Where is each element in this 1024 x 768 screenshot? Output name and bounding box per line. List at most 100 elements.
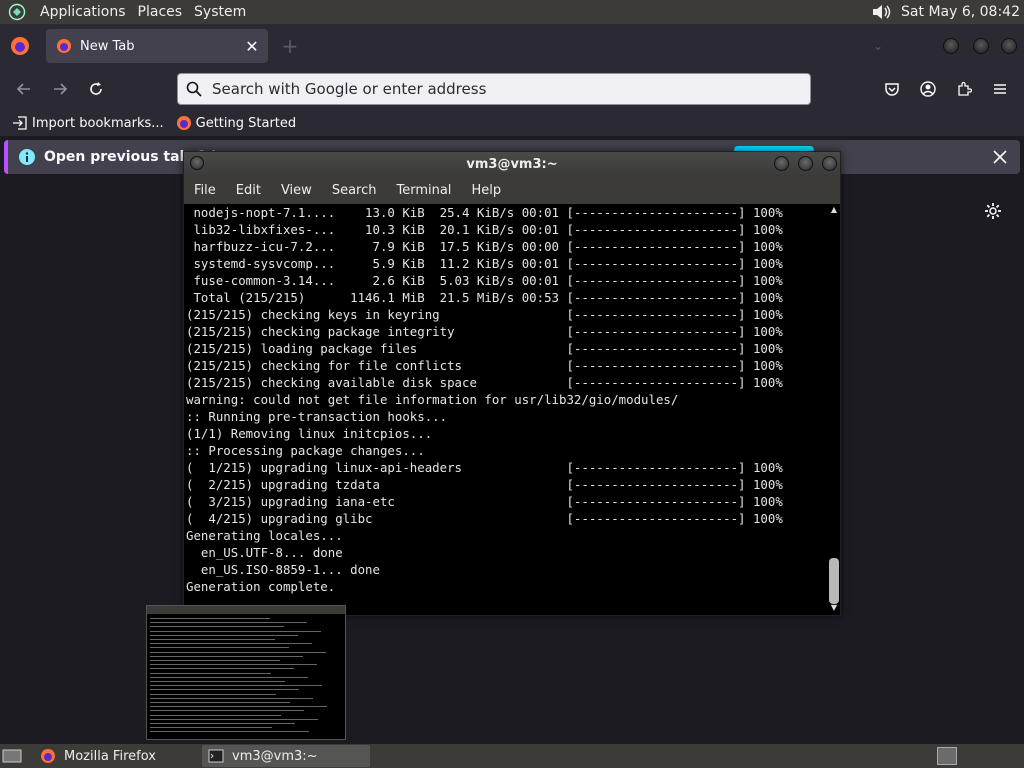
firefox-icon — [56, 38, 72, 54]
preview-line — [150, 622, 307, 624]
task-terminal-label: vm3@vm3:~ — [232, 748, 318, 764]
bookmark-getting-started[interactable]: Getting Started — [176, 115, 296, 131]
terminal-line: (215/215) checking for file conflicts [-… — [186, 358, 783, 373]
terminal-title: vm3@vm3:~ — [466, 156, 558, 172]
terminal-menu-file[interactable]: File — [184, 183, 226, 198]
preview-line — [150, 643, 312, 645]
preview-line — [150, 626, 284, 628]
preview-line — [150, 727, 272, 729]
preview-line — [150, 723, 295, 724]
back-icon[interactable] — [11, 76, 37, 102]
account-icon[interactable] — [915, 76, 941, 102]
volume-icon[interactable] — [869, 1, 893, 23]
terminal-scrollbar[interactable]: ▲ ▼ — [828, 204, 840, 615]
scroll-up-icon[interactable]: ▲ — [830, 206, 838, 214]
preview-line — [150, 718, 318, 720]
maximize-window-icon[interactable] — [973, 38, 989, 54]
maximize-terminal-icon[interactable] — [798, 156, 813, 171]
firefox-view-icon[interactable] — [10, 36, 30, 56]
terminal-output[interactable]: nodejs-nopt-7.1.... 13.0 KiB 25.4 KiB/s … — [184, 204, 828, 615]
terminal-icon — [208, 748, 224, 764]
reload-icon[interactable] — [83, 76, 109, 102]
terminal-titlebar[interactable]: vm3@vm3:~ — [184, 152, 840, 176]
terminal-line: warning: could not get file information … — [186, 392, 679, 407]
terminal-line: (1/1) Removing linux initcpios... — [186, 426, 433, 441]
new-tab-icon[interactable]: + — [278, 34, 302, 58]
workspace-switcher[interactable] — [937, 747, 957, 765]
task-terminal[interactable]: vm3@vm3:~ — [202, 745, 370, 767]
preview-line — [150, 731, 309, 733]
close-terminal-icon[interactable] — [822, 156, 837, 171]
list-tabs-icon[interactable]: ⌄ — [868, 36, 888, 56]
preview-line — [150, 660, 280, 661]
preview-line — [150, 639, 275, 640]
minimize-terminal-icon[interactable] — [774, 156, 789, 171]
search-icon — [186, 81, 202, 97]
import-icon — [12, 115, 28, 131]
nav-bar: Search with Google or enter address — [0, 68, 1024, 110]
tab-title: New Tab — [80, 38, 135, 54]
top-panel: Applications Places System Sat May 6, 08… — [0, 0, 1024, 24]
window-preview-thumbnail[interactable] — [146, 605, 346, 740]
preview-line — [150, 630, 321, 632]
info-icon — [18, 148, 36, 166]
terminal-line: (215/215) loading package files [-------… — [186, 341, 783, 356]
preview-line — [150, 710, 304, 712]
bookmark-import[interactable]: Import bookmarks... — [12, 115, 164, 131]
window-menu-icon[interactable] — [190, 156, 204, 170]
bookmark-import-label: Import bookmarks... — [32, 115, 164, 131]
menu-system[interactable]: System — [188, 4, 252, 20]
clock[interactable]: Sat May 6, 08:42 — [901, 4, 1020, 20]
terminal-menu-edit[interactable]: Edit — [226, 183, 271, 198]
terminal-line: en_US.UTF-8... done — [186, 545, 343, 560]
preview-line — [150, 714, 281, 716]
url-bar[interactable]: Search with Google or enter address — [177, 73, 811, 105]
terminal-line: systemd-sysvcomp... 5.9 KiB 11.2 KiB/s 0… — [186, 256, 783, 271]
url-placeholder: Search with Google or enter address — [212, 80, 487, 98]
terminal-line: fuse-common-3.14... 2.6 KiB 5.03 KiB/s 0… — [186, 273, 783, 288]
bookmarks-toolbar: Import bookmarks... Getting Started — [0, 110, 1024, 136]
preview-line — [150, 689, 299, 691]
close-window-icon[interactable] — [1001, 38, 1017, 54]
pocket-icon[interactable] — [879, 76, 905, 102]
terminal-menu-view[interactable]: View — [271, 183, 322, 198]
task-firefox-label: Mozilla Firefox — [64, 748, 156, 764]
terminal-line: nodejs-nopt-7.1.... 13.0 KiB 25.4 KiB/s … — [186, 205, 783, 220]
task-firefox[interactable]: Mozilla Firefox — [34, 745, 202, 767]
close-notification-icon[interactable] — [990, 147, 1010, 167]
preview-line — [150, 702, 290, 703]
menu-applications[interactable]: Applications — [34, 4, 132, 20]
extensions-icon[interactable] — [951, 76, 977, 102]
terminal-line: Total (215/215) 1146.1 MiB 21.5 MiB/s 00… — [186, 290, 783, 305]
preview-line — [150, 672, 271, 674]
minimize-window-icon[interactable] — [943, 38, 959, 54]
terminal-line: ( 1/215) upgrading linux-api-headers [--… — [186, 460, 783, 475]
terminal-line: (215/215) checking available disk space … — [186, 375, 783, 390]
terminal-menu-help[interactable]: Help — [461, 183, 511, 198]
terminal-menubar: File Edit View Search Terminal Help — [184, 176, 840, 204]
preview-line — [150, 634, 298, 636]
show-desktop-icon[interactable] — [2, 748, 22, 764]
preview-line — [150, 693, 276, 695]
gear-icon[interactable] — [984, 202, 1002, 220]
firefox-icon — [176, 115, 192, 131]
tab-new-tab[interactable]: New Tab ✕ — [46, 29, 268, 63]
scroll-down-icon[interactable]: ▼ — [830, 604, 838, 612]
terminal-line: :: Processing package changes... — [186, 443, 425, 458]
preview-line — [150, 676, 308, 678]
scrollbar-thumb[interactable] — [829, 558, 839, 604]
menu-places[interactable]: Places — [132, 4, 189, 20]
terminal-window: vm3@vm3:~ File Edit View Search Terminal… — [183, 151, 841, 616]
terminal-menu-search[interactable]: Search — [322, 183, 387, 198]
distro-logo-icon[interactable] — [6, 2, 28, 22]
forward-icon[interactable] — [47, 76, 73, 102]
terminal-line: ( 2/215) upgrading tzdata [-------------… — [186, 477, 783, 492]
terminal-line: :: Running pre-transaction hooks... — [186, 409, 448, 424]
terminal-line: (215/215) checking package integrity [--… — [186, 324, 783, 339]
preview-line — [150, 618, 270, 619]
terminal-menu-terminal[interactable]: Terminal — [386, 183, 461, 198]
close-tab-icon[interactable]: ✕ — [240, 34, 264, 58]
terminal-line: lib32-libxfixes-... 10.3 KiB 20.1 KiB/s … — [186, 222, 783, 237]
firefox-icon — [40, 748, 56, 764]
app-menu-icon[interactable] — [987, 76, 1013, 102]
